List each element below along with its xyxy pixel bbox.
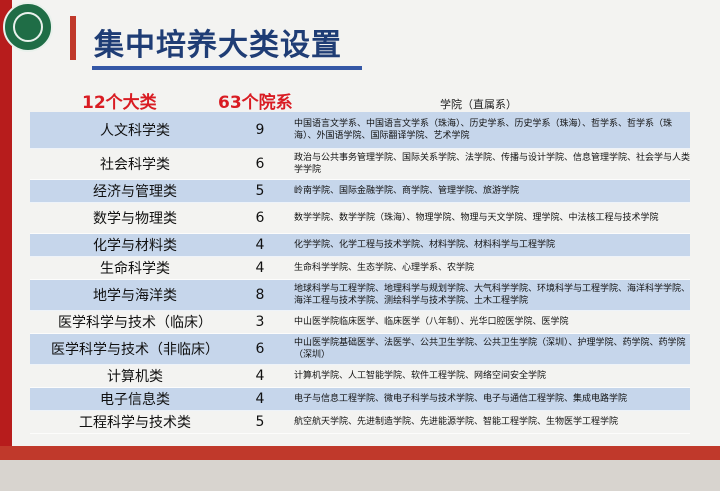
department-count: 9 [255,122,265,138]
department-count: 6 [255,156,265,172]
department-count: 3 [255,314,265,330]
title-accent-bar [70,16,76,60]
department-count: 4 [255,391,265,407]
university-logo [3,2,53,52]
table-row: 经济与管理类 5 岭南学院、国际金融学院、商学院、管理学院、旅游学院 [30,180,690,203]
table-row: 医学科学与技术（非临床） 6 中山医学院基础医学、法医学、公共卫生学院、公共卫生… [30,334,690,365]
department-list: 数学学院、数学学院（珠海）、物理学院、物理与天文学院、理学院、中法核工程与技术学… [294,213,659,223]
category-name: 经济与管理类 [93,184,177,200]
table-row: 电子信息类 4 电子与信息工程学院、微电子科学与技术学院、电子与通信工程学院、集… [30,388,690,411]
category-name: 计算机类 [107,369,163,385]
department-list: 中山医学院临床医学、临床医学（八年制）、光华口腔医学院、医学院 [294,317,569,327]
page-title: 集中培养大类设置 [94,28,342,63]
category-name: 工程科学与技术类 [79,415,191,431]
category-name: 化学与材料类 [93,238,177,254]
table-row: 生命科学类 4 生命科学学院、生态学院、心理学系、农学院 [30,257,690,280]
department-list: 政治与公共事务管理学院、国际关系学院、法学院、传播与设计学院、信息管理学院、社会… [294,153,691,175]
category-name: 生命科学类 [100,261,170,277]
table-row: 化学与材料类 4 化学学院、化学工程与技术学院、材料学院、材料科学与工程学院 [30,234,690,257]
category-table: 人文科学类 9 中国语言文学系、中国语言文学系（珠海）、历史学系、历史学系（珠海… [30,112,690,434]
category-name: 电子信息类 [100,392,170,408]
department-list: 航空航天学院、先进制造学院、先进能源学院、智能工程学院、生物医学工程学院 [294,417,619,427]
department-count: 6 [255,341,265,357]
table-row: 地学与海洋类 8 地球科学与工程学院、地理科学与规划学院、大气科学学院、环境科学… [30,280,690,311]
department-list: 地球科学与工程学院、地理科学与规划学院、大气科学学院、环境科学与工程学院、海洋科… [294,284,691,306]
department-count: 5 [255,183,265,199]
header-colleges: 学院（直属系） [440,98,517,111]
table-row: 人文科学类 9 中国语言文学系、中国语言文学系（珠海）、历史学系、历史学系（珠海… [30,112,690,149]
category-name: 地学与海洋类 [93,288,177,304]
header-departments: 63个院系 [218,93,293,113]
header-categories: 12个大类 [82,93,157,113]
department-list: 中山医学院基础医学、法医学、公共卫生学院、公共卫生学院（深圳）、护理学院、药学院… [294,338,686,360]
category-name: 医学科学与技术（临床） [58,315,212,331]
department-list: 电子与信息工程学院、微电子科学与技术学院、电子与通信工程学院、集成电路学院 [294,394,628,404]
category-name: 医学科学与技术（非临床） [51,342,219,358]
bottom-accent-band [0,446,720,460]
department-count: 8 [255,287,265,303]
category-name: 人文科学类 [100,123,170,139]
department-list: 岭南学院、国际金融学院、商学院、管理学院、旅游学院 [294,186,520,196]
left-accent-bar [0,0,12,460]
logo-emblem-icon [13,12,43,42]
department-count: 6 [255,210,265,226]
table-row: 医学科学与技术（临床） 3 中山医学院临床医学、临床医学（八年制）、光华口腔医学… [30,311,690,334]
table-row: 社会科学类 6 政治与公共事务管理学院、国际关系学院、法学院、传播与设计学院、信… [30,149,690,180]
department-count: 4 [255,237,265,253]
department-count: 4 [255,368,265,384]
table-row: 数学与物理类 6 数学学院、数学学院（珠海）、物理学院、物理与天文学院、理学院、… [30,203,690,234]
department-list: 中国语言文学系、中国语言文学系（珠海）、历史学系、历史学系（珠海）、哲学系、哲学… [294,119,673,141]
department-list: 化学学院、化学工程与技术学院、材料学院、材料科学与工程学院 [294,240,556,250]
department-count: 4 [255,260,265,276]
table-row: 工程科学与技术类 5 航空航天学院、先进制造学院、先进能源学院、智能工程学院、生… [30,411,690,434]
department-count: 5 [255,414,265,430]
category-name: 数学与物理类 [93,211,177,227]
title-underline [92,66,362,70]
table-row: 计算机类 4 计算机学院、人工智能学院、软件工程学院、网络空间安全学院 [30,365,690,388]
department-list: 生命科学学院、生态学院、心理学系、农学院 [294,263,475,273]
department-list: 计算机学院、人工智能学院、软件工程学院、网络空间安全学院 [294,371,547,381]
category-name: 社会科学类 [100,157,170,173]
slide: 集中培养大类设置 12个大类 63个院系 学院（直属系） 人文科学类 9 中国语… [0,0,720,460]
